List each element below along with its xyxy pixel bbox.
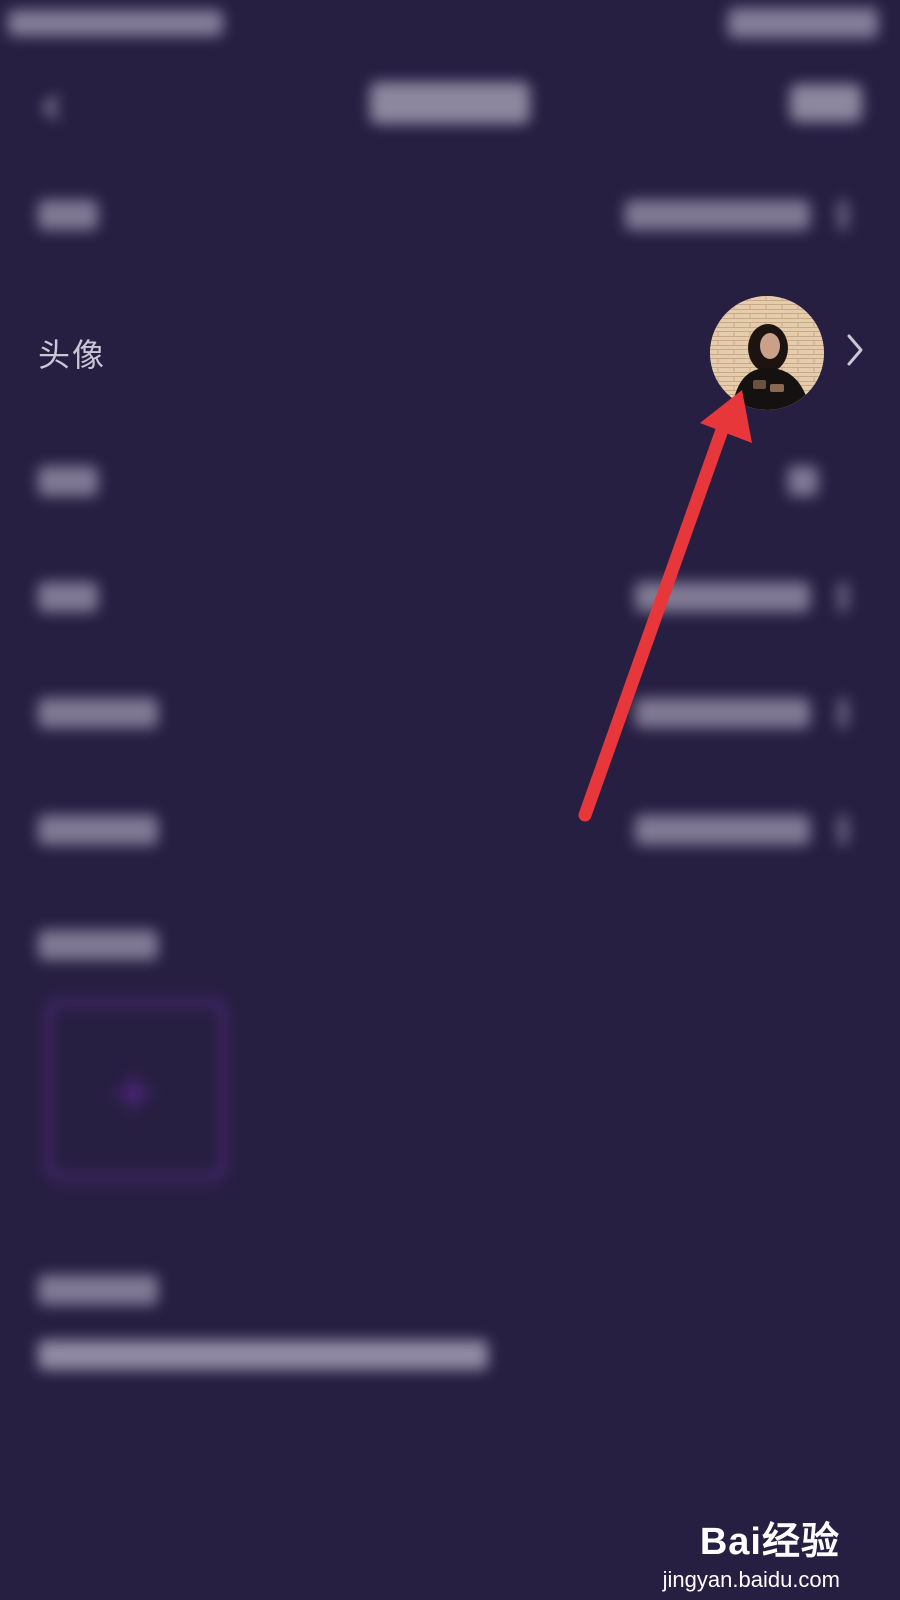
gender-label [38, 466, 98, 496]
back-button[interactable]: ‹ [40, 78, 62, 134]
nickname-label [38, 200, 98, 230]
avatar[interactable] [710, 296, 824, 410]
plus-icon: + [110, 1060, 157, 1125]
location-value[interactable] [635, 698, 810, 728]
birthday-value[interactable] [635, 582, 810, 612]
signature-label [38, 815, 158, 845]
intro-text[interactable] [38, 1340, 488, 1370]
save-button[interactable] [790, 84, 862, 122]
status-bar-left [8, 10, 223, 36]
birthday-chevron-icon [838, 582, 848, 612]
avatar-photo [710, 296, 824, 410]
location-chevron-icon [838, 698, 848, 728]
status-bar-icons [728, 8, 878, 38]
arrow-shaft [578, 423, 729, 822]
avatar-label: 头像 [38, 336, 107, 374]
nickname-chevron-icon [838, 200, 848, 230]
location-label [38, 698, 158, 728]
intro-label [38, 1275, 158, 1305]
photo-wall-label [38, 930, 158, 960]
signature-value[interactable] [635, 815, 810, 845]
birthday-label [38, 582, 98, 612]
nickname-value[interactable] [625, 200, 810, 230]
watermark-url: jingyan.baidu.com [662, 1567, 840, 1592]
gender-value[interactable] [788, 466, 818, 496]
baidu-jingyan-watermark: Bai经验 jingyan.baidu.com [663, 1510, 840, 1593]
page-title [370, 82, 530, 124]
chevron-right-icon [847, 334, 863, 366]
chevron-left-icon: ‹ [40, 73, 63, 138]
watermark-brand: Bai经验 [699, 1521, 840, 1563]
signature-chevron-icon [838, 815, 848, 845]
